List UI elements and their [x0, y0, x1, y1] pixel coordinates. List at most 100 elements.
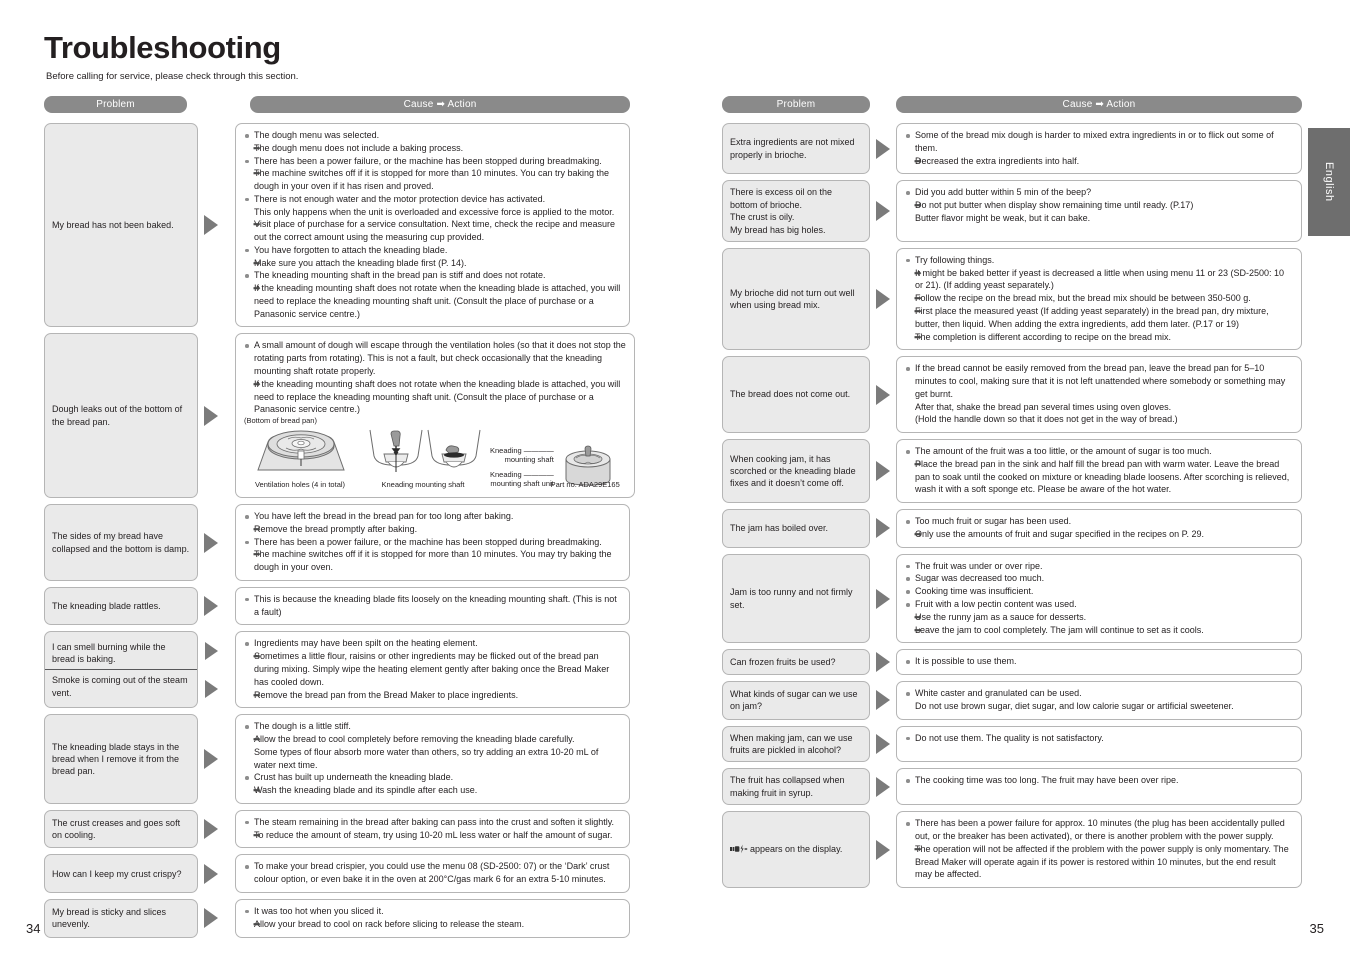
pointer-triangle-icon — [204, 908, 218, 929]
problem-text: The fruit has collapsed when making frui… — [730, 775, 845, 798]
page-number-right: 35 — [1309, 921, 1324, 936]
arrow-right-icon: ➡ — [253, 168, 261, 179]
troubleshooting-row: I can smell burning while the bread is b… — [44, 631, 630, 709]
cause-action-list: The dough is a little stiff. ➡ Allow the b… — [244, 720, 621, 797]
cause-item: There has been a power failure, or the m… — [244, 155, 621, 168]
action-item: ➡ Use the runny jam as a sauce for desser… — [914, 611, 1087, 622]
arrow-right-icon: ➡ — [253, 918, 261, 929]
troubleshooting-row: The jam has boiled over. Too much fruit o… — [722, 509, 1302, 548]
cause-action-box: Ingredients may have been spilt on the h… — [235, 631, 630, 709]
cause-item: Sugar was decreased too much. — [905, 572, 1293, 585]
action-item: ➡ Allow the bread to cool completely befo… — [253, 734, 575, 745]
left-rows: My bread has not been baked. The dough me… — [44, 123, 635, 938]
arrow-column — [870, 681, 896, 720]
problem-text: Can frozen fruits be used? — [730, 656, 836, 667]
action-item: ➡ Remove the bread pan from the Bread Mak… — [253, 689, 519, 700]
header-problem: Problem — [722, 96, 870, 113]
header-cause-action: Cause ➡ Action — [896, 96, 1302, 113]
problem-box: My brioche did not turn out well when us… — [722, 247, 870, 351]
problem-text: There is excess oil on the bottom of bri… — [730, 187, 833, 210]
pointer-triangle-icon — [204, 596, 218, 617]
cause-action-list: There has been a power failure for appro… — [905, 817, 1293, 881]
cause-item: You have forgotten to attach the kneadin… — [244, 244, 621, 257]
problem-text: My bread has not been baked. — [52, 220, 174, 231]
figure-label-ventilation-holes: Ventilation holes (4 in total) — [254, 480, 346, 490]
cause-action-list: Too much fruit or sugar has been used. ➡ O… — [905, 515, 1293, 541]
problem-text: appears on the display. — [730, 843, 862, 855]
action-item: ➡ Sometimes a little flour, raisins or ot… — [253, 651, 610, 687]
arrow-column — [198, 587, 224, 626]
arrow-right-icon: ➡ — [253, 689, 261, 700]
arrow-right-icon: ➡ — [914, 267, 922, 278]
pointer-triangle-icon — [204, 405, 218, 426]
cause-action-box: This is because the kneading blade fits … — [235, 586, 630, 626]
problem-box: My bread is sticky and slices unevenly. — [44, 898, 198, 938]
left-column-headers: Problem Cause ➡ Action — [44, 96, 630, 113]
arrow-column — [198, 631, 224, 708]
problem-cell: The sides of my bread have collapsed and… — [44, 504, 198, 581]
problem-cell: The kneading blade rattles. — [44, 586, 198, 626]
figure-label-kneading-mounting-shaft: Kneading mounting shaft — [381, 480, 465, 490]
problem-box: When cooking jam, it has scorched or the… — [722, 439, 870, 504]
problem-cell: How can I keep my crust crispy? — [44, 854, 198, 893]
cause-item: The steam remaining in the bread after b… — [244, 816, 621, 829]
problem-cell: When cooking jam, it has scorched or the… — [722, 439, 870, 504]
cause-action-box: There has been a power failure for appro… — [896, 811, 1302, 889]
cause-action-box: A small amount of dough will escape thro… — [235, 333, 635, 499]
action-item: ➡ Place the bread pan in the sink and hal… — [914, 458, 1290, 495]
arrow-column — [198, 333, 224, 498]
action-item: ➡ Allow your bread to cool on rack before… — [253, 918, 525, 929]
troubleshooting-row: The sides of my bread have collapsed and… — [44, 504, 630, 581]
cause-action-list: A small amount of dough will escape thro… — [244, 339, 626, 416]
troubleshooting-row: The crust creases and goes soft on cooli… — [44, 809, 630, 849]
pointer-triangle-icon — [876, 384, 890, 405]
arrow-right-icon: ➡ — [914, 611, 922, 622]
cause-item: Too much fruit or sugar has been used. — [905, 515, 1293, 528]
action-item: ➡ Do not put butter when display show rem… — [914, 200, 1194, 211]
cause-action-list: Did you add butter within 5 min of the b… — [905, 186, 1293, 224]
problem-box: The kneading blade stays in the bread wh… — [44, 714, 198, 804]
arrow-column — [198, 504, 224, 581]
manual-page: Troubleshooting Before calling for servi… — [0, 0, 1350, 954]
problem-box: There is excess oil on the bottom of bri… — [722, 180, 870, 242]
cause-item: It is possible to use them. — [905, 655, 1293, 668]
problem-text: My brioche did not turn out well when us… — [730, 287, 855, 311]
arrow-right-icon: ➡ — [914, 155, 922, 166]
header-problem: Problem — [44, 96, 188, 113]
cause-item: The amount of the fruit was a too little… — [905, 445, 1293, 458]
cause-action-list: To make your bread crispier, you could u… — [244, 860, 621, 886]
pointer-triangle-icon — [876, 690, 890, 711]
cause-action-box: Too much fruit or sugar has been used. ➡ O… — [896, 509, 1302, 548]
troubleshooting-row: The bread does not come out. If the bread… — [722, 356, 1302, 434]
troubleshooting-row: Dough leaks out of the bottom of the bre… — [44, 333, 635, 499]
arrow-right-icon: ➡ — [253, 142, 261, 153]
action-item: ➡ Only use the amounts of fruit and sugar… — [914, 528, 1205, 539]
cause-continuation: This only happens when the unit is overl… — [254, 206, 615, 217]
troubleshooting-row: What kinds of sugar can we use on jam? Wh… — [722, 681, 1302, 720]
problem-divider — [45, 669, 197, 671]
arrow-right-icon: ➡ — [914, 458, 922, 469]
arrow-right-icon: ➡ — [914, 331, 922, 342]
cause-action-box: Did you add butter within 5 min of the b… — [896, 180, 1302, 242]
arrow-column — [870, 180, 896, 242]
troubleshooting-row: There is excess oil on the bottom of bri… — [722, 180, 1302, 242]
problem-text: What kinds of sugar can we use on jam? — [730, 688, 858, 712]
problem-cell: Dough leaks out of the bottom of the bre… — [44, 333, 198, 499]
problem-box: The kneading blade rattles. — [44, 586, 198, 626]
pointer-triangle-icon — [876, 201, 890, 222]
action-item: ➡ The machine switches off if it is stopp… — [253, 168, 610, 192]
pointer-triangle-icon — [876, 588, 890, 609]
troubleshooting-row: The fruit has collapsed when making frui… — [722, 768, 1302, 806]
arrow-right-icon: ➡ — [253, 219, 261, 230]
arrow-column — [198, 123, 224, 327]
cause-item: The dough is a little stiff. — [244, 720, 621, 733]
action-item: ➡ To reduce the amount of steam, try usin… — [253, 829, 613, 840]
cause-action-box: It is possible to use them. — [896, 649, 1302, 676]
pointer-triangle-icon — [204, 863, 218, 884]
cause-item: The fruit was under or over ripe. — [905, 560, 1293, 573]
cause-item: This is because the kneading blade fits … — [244, 593, 621, 619]
cause-continuation: (Hold the handle down so that it does no… — [915, 414, 1178, 425]
cause-item: The kneading mounting shaft in the bread… — [244, 269, 621, 282]
arrow-right-icon: ➡ — [253, 829, 261, 840]
pointer-triangle-icon — [204, 641, 218, 660]
